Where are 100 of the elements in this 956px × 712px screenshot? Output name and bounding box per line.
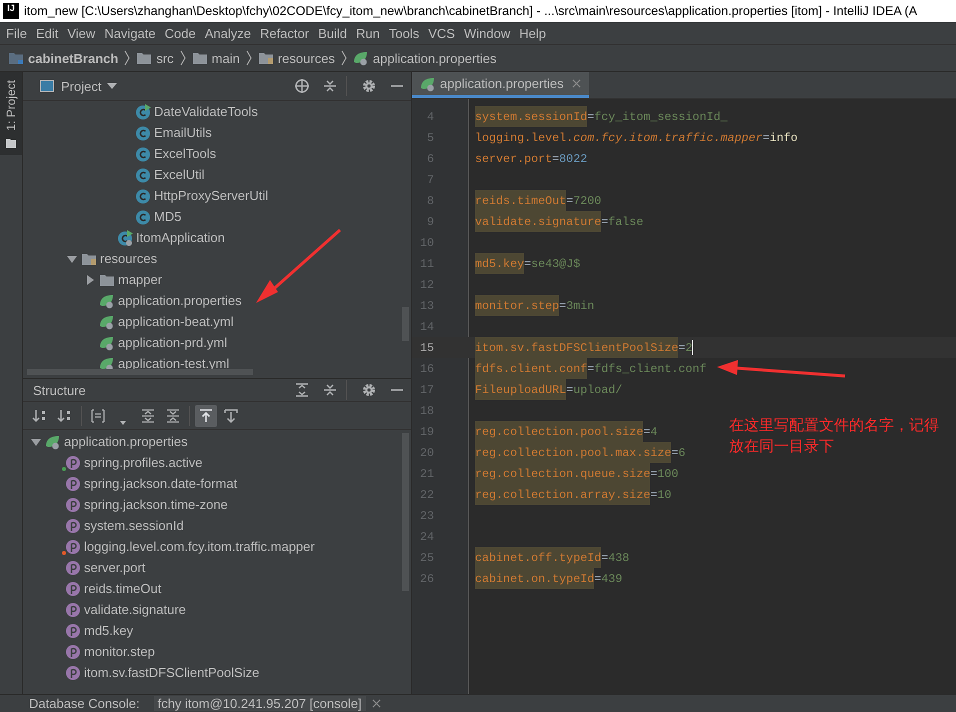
breadcrumb-item[interactable]: resources xyxy=(278,50,335,66)
equals-sign: = xyxy=(524,256,532,272)
menu-item[interactable]: Analyze xyxy=(200,26,256,40)
toolbar-button[interactable] xyxy=(195,404,217,426)
tree-item[interactable]: HttpProxyServerUtil xyxy=(154,188,268,203)
breadcrumb-item[interactable]: src xyxy=(156,50,174,66)
menu-item[interactable]: Build xyxy=(314,26,352,40)
expand-all-icon[interactable] xyxy=(294,382,310,398)
menu-item[interactable]: Tools xyxy=(384,26,424,40)
tree-item[interactable]: application-prd.yml xyxy=(118,335,228,350)
property-icon xyxy=(65,476,81,492)
locate-icon[interactable] xyxy=(294,78,310,94)
menu-item[interactable]: VCS xyxy=(424,26,460,40)
expanded-arrow-icon[interactable] xyxy=(31,436,41,446)
menu-item[interactable]: Refactor xyxy=(256,26,314,40)
menu-item[interactable]: Run xyxy=(352,26,385,40)
property-icon xyxy=(65,622,81,638)
tree-item[interactable]: logging.level.com.fcy.itom.traffic.mapper xyxy=(84,539,315,554)
menu-item[interactable]: Navigate xyxy=(100,26,161,40)
property-value: 7200 xyxy=(573,192,602,210)
tree-item[interactable]: spring.profiles.active xyxy=(84,455,202,470)
tree-item[interactable]: system.sessionId xyxy=(84,518,184,533)
panel-title[interactable]: Project xyxy=(61,78,102,94)
equals-sign: = xyxy=(678,340,686,356)
tree-item[interactable]: ExcelTools xyxy=(154,146,216,161)
tree-item[interactable]: ItomApplication xyxy=(136,230,225,245)
collapse-all-icon[interactable] xyxy=(322,78,338,94)
folder-icon xyxy=(5,136,17,149)
tree-item[interactable]: spring.jackson.time-zone xyxy=(84,497,228,512)
property-icon xyxy=(65,454,81,470)
collapse-all-icon[interactable] xyxy=(322,382,338,398)
line-number: 15 xyxy=(418,340,434,354)
tree-item[interactable]: resources xyxy=(100,251,158,266)
breadcrumb-item[interactable]: cabinetBranch xyxy=(28,50,118,66)
console-label: Database Console: xyxy=(29,696,140,711)
property-key: reg.collection.pool.max.size xyxy=(475,442,672,463)
tree-item[interactable]: application-test.yml xyxy=(118,356,230,371)
property-icon xyxy=(65,580,81,596)
tree-item[interactable]: mapper xyxy=(118,272,162,287)
class-icon xyxy=(135,188,151,204)
menu-item[interactable]: Window xyxy=(460,26,516,40)
collapsed-arrow-icon[interactable] xyxy=(85,274,95,284)
tree-item[interactable]: application.properties xyxy=(118,293,242,308)
tree-item[interactable]: itom.sv.fastDFSClientPoolSize xyxy=(84,665,260,680)
menu-item[interactable]: Edit xyxy=(32,26,64,40)
text-cursor xyxy=(692,340,694,355)
tree-item[interactable]: application-beat.yml xyxy=(118,314,234,329)
editor-tab[interactable]: application.properties xyxy=(412,72,589,98)
property-value: 4 xyxy=(650,424,658,440)
property-value: 439 xyxy=(601,570,622,588)
property-key: fdfs.client.conf xyxy=(475,358,588,379)
property-key: reids.timeOut xyxy=(475,190,566,211)
equals-sign: = xyxy=(762,130,770,146)
window-title: itom_new [C:\Users\zhanghan\Desktop\fchy\02CODE\fcy_itom_new\branch\cabinetBranch] - ...\src\main\resources\application.properties [itom] - IntelliJ IDEA (A xyxy=(24,4,918,18)
tree-item[interactable]: MD5 xyxy=(154,209,182,224)
property-value: 8022 xyxy=(559,150,588,168)
sort-type-icon xyxy=(57,408,73,424)
menu-item[interactable]: File xyxy=(2,26,32,40)
sort-alpha-icon xyxy=(32,408,48,424)
property-icon xyxy=(65,664,81,680)
property-key: cabinet.off.typeId xyxy=(475,547,602,568)
folder-icon xyxy=(8,50,24,66)
close-icon[interactable] xyxy=(372,699,381,708)
scrollbar-thumb[interactable] xyxy=(27,369,253,375)
tree-item[interactable]: monitor.step xyxy=(84,644,155,659)
menu-item[interactable]: Code xyxy=(160,26,201,40)
breadcrumb-item[interactable]: main xyxy=(212,50,240,66)
tree-item[interactable]: spring.jackson.date-format xyxy=(84,476,238,491)
tree-item[interactable]: DateValidateTools xyxy=(154,104,258,119)
equals-sign: = xyxy=(601,550,608,566)
expanded-arrow-icon[interactable] xyxy=(67,254,77,264)
menu-item[interactable]: View xyxy=(63,26,100,40)
settings-icon[interactable] xyxy=(361,382,377,398)
tree-item[interactable]: application.properties xyxy=(64,434,188,449)
property-value: false xyxy=(608,214,644,230)
property-key: server.port xyxy=(475,148,552,169)
tree-item[interactable]: validate.signature xyxy=(84,602,186,617)
caret-icon[interactable] xyxy=(107,83,118,89)
tree-item[interactable]: md5.key xyxy=(84,623,134,638)
autoscroll-to-icon xyxy=(198,408,214,424)
chevron-icon xyxy=(246,50,252,66)
breadcrumb-item[interactable]: application.properties xyxy=(372,50,496,66)
menu-item[interactable]: Help xyxy=(515,26,551,40)
equals-sign: = xyxy=(671,444,678,462)
equals-sign: = xyxy=(566,192,574,210)
tree-item[interactable]: server.port xyxy=(84,560,146,575)
settings-icon[interactable] xyxy=(361,78,377,94)
chevron-icon xyxy=(124,50,130,66)
side-tab[interactable]: 1: Project xyxy=(0,72,22,155)
fields-icon xyxy=(90,408,106,424)
equals-sign: = xyxy=(587,108,594,126)
folder-icon xyxy=(258,50,274,66)
console-tab[interactable]: fchy itom@10.241.95.207 [console] xyxy=(154,696,366,711)
equals-sign: = xyxy=(552,150,560,168)
autoscroll-from-icon xyxy=(223,408,239,424)
equals-sign: = xyxy=(643,424,650,440)
tree-item[interactable]: ExcelUtil xyxy=(154,167,205,182)
tree-item[interactable]: EmailUtils xyxy=(154,125,212,140)
tree-item[interactable]: reids.timeOut xyxy=(84,581,162,596)
folder-icon xyxy=(136,50,152,66)
